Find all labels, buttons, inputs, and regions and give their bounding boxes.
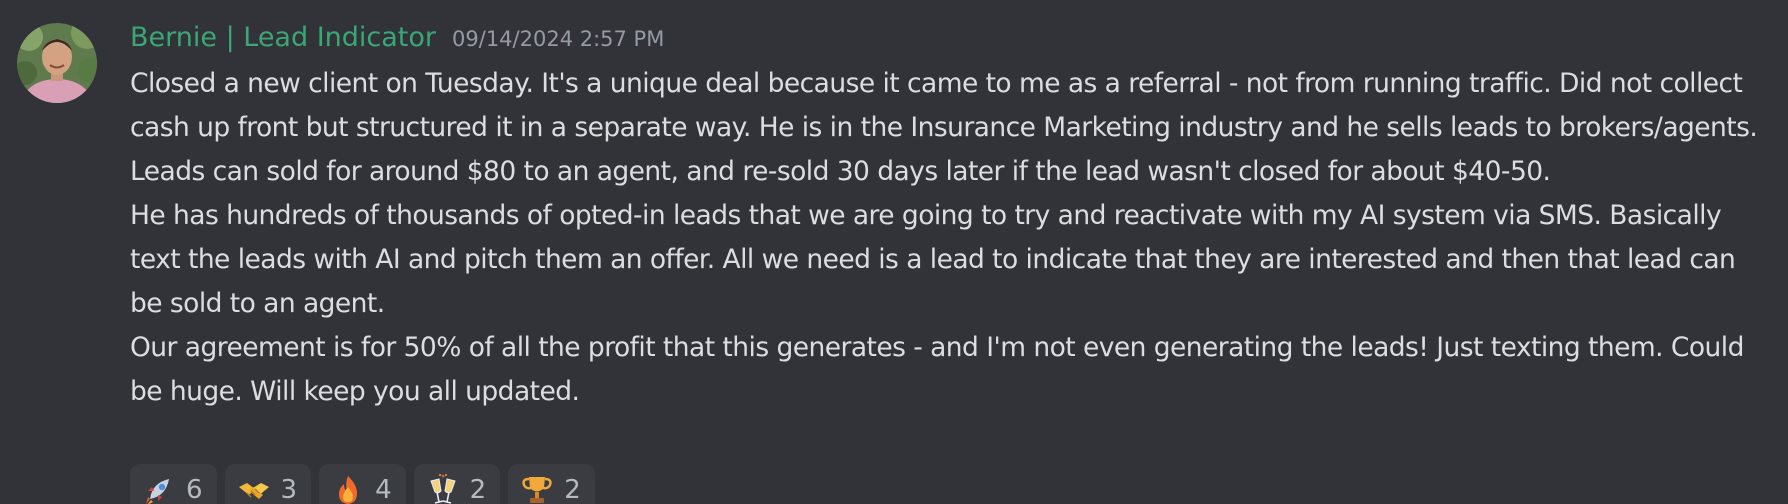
reaction-fire[interactable]: 4 [319,464,406,504]
reaction-handshake[interactable]: 3 [224,464,312,504]
chat-message: Bernie | Lead Indicator 09/14/2024 2:57 … [0,0,1788,504]
timestamp[interactable]: 09/14/2024 2:57 PM [452,27,664,51]
reaction-count: 2 [564,475,581,504]
handshake-icon [237,473,271,504]
reaction-count: 6 [186,475,203,504]
reactions-bar: 6 3 4 2 2 [130,464,595,504]
reaction-count: 4 [375,475,392,504]
message-content: Bernie | Lead Indicator 09/14/2024 2:57 … [130,22,1770,414]
reaction-count: 3 [280,475,298,504]
message-paragraph-3: Our agreement is for 50% of all the prof… [130,332,1744,407]
reaction-rocket[interactable]: 6 [130,464,217,504]
trophy-icon [520,473,554,504]
message-header: Bernie | Lead Indicator 09/14/2024 2:57 … [130,22,1770,62]
message-paragraph-2: He has hundreds of thousands of opted-in… [130,200,1736,319]
fire-icon [331,473,365,504]
avatar[interactable] [17,23,97,103]
reaction-count: 2 [469,475,487,504]
clinking-glasses-icon [426,473,460,504]
username[interactable]: Bernie | Lead Indicator [130,22,436,53]
rocket-icon [142,473,176,504]
message-paragraph-1: Closed a new client on Tuesday. It's a u… [130,68,1758,187]
reaction-clinking-glasses[interactable]: 2 [413,464,501,504]
reaction-trophy[interactable]: 2 [508,464,595,504]
